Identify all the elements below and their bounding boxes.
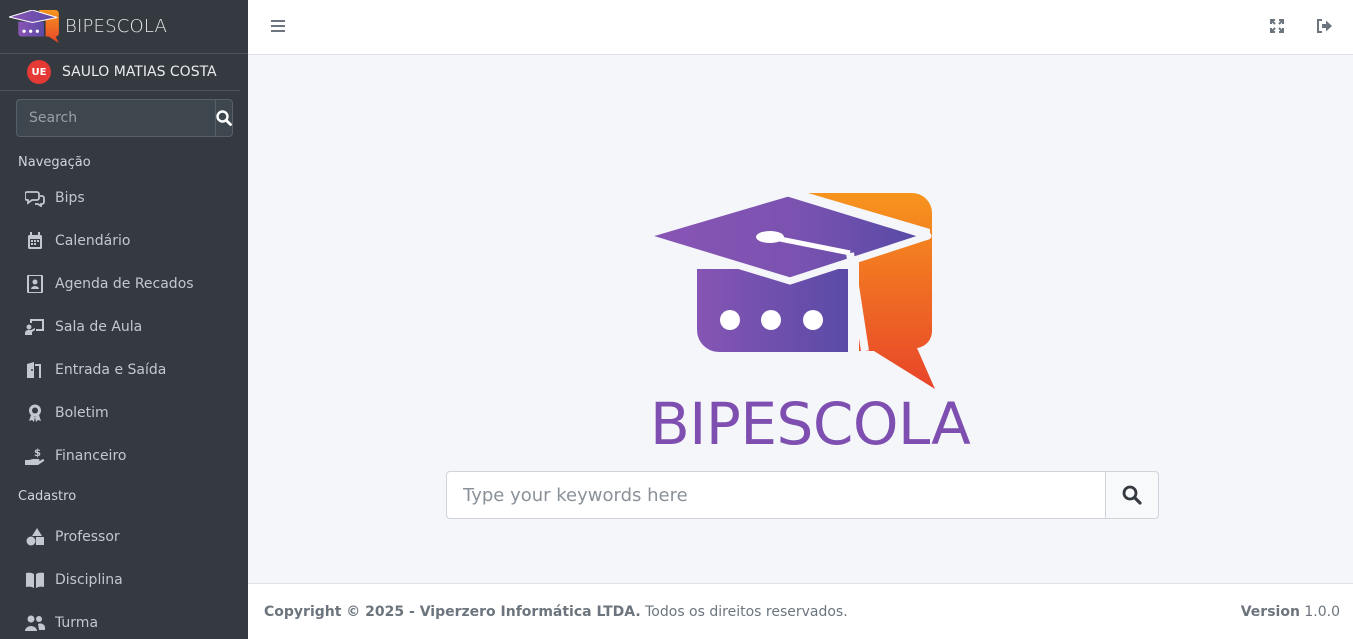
nav-header-navegacao: Navegação xyxy=(18,155,91,170)
sidebar-item-entrada-e-saida[interactable]: Entrada e Saída xyxy=(0,348,248,391)
sidebar-search-input[interactable] xyxy=(16,99,215,137)
keyword-search-button[interactable] xyxy=(1105,471,1159,519)
sidebar-item-sala-de-aula[interactable]: Sala de Aula xyxy=(0,305,248,348)
sign-out-icon[interactable] xyxy=(1316,18,1333,34)
search-icon xyxy=(216,110,232,126)
footer: Copyright © 2025 - Viperzero Informática… xyxy=(248,583,1353,639)
user-name[interactable]: SAULO MATIAS COSTA xyxy=(62,64,217,80)
door-icon xyxy=(24,360,46,380)
avatar: UE xyxy=(27,60,51,84)
sidebar-item-label: Sala de Aula xyxy=(55,318,143,335)
keyword-search xyxy=(446,471,1159,519)
expand-icon[interactable] xyxy=(1269,18,1285,34)
sidebar-item-label: Turma xyxy=(55,614,99,631)
calendar-icon xyxy=(24,231,46,251)
copyright: Copyright © 2025 - Viperzero Informática… xyxy=(264,604,848,620)
main-content: BIPESCOLA xyxy=(248,55,1353,583)
logo-title: BIPESCOLA xyxy=(650,390,971,458)
bars-icon[interactable] xyxy=(270,17,288,35)
sidebar-item-agenda-de-recados[interactable]: Agenda de Recados xyxy=(0,262,248,305)
award-icon xyxy=(24,403,46,423)
svg-text:$: $ xyxy=(34,448,41,459)
sidebar-item-label: Professor xyxy=(55,528,120,545)
user-panel[interactable]: UE SAULO MATIAS COSTA xyxy=(0,54,240,91)
sidebar-item-bips[interactable]: Bips xyxy=(0,176,248,219)
copyright-company: Copyright © 2025 - Viperzero Informática… xyxy=(264,604,641,620)
search-icon xyxy=(1122,485,1142,505)
sidebar-item-calendario[interactable]: Calendário xyxy=(0,219,248,262)
sidebar-item-professor[interactable]: Professor xyxy=(0,515,248,558)
nav-header-cadastro: Cadastro xyxy=(18,489,77,504)
brand-logo-icon xyxy=(9,9,59,43)
comments-icon xyxy=(24,188,46,208)
sidebar-item-disciplina[interactable]: Disciplina xyxy=(0,558,248,601)
bipescola-logo-icon xyxy=(640,191,935,389)
brand-link[interactable]: BIPESCOLA xyxy=(0,0,248,54)
sidebar-item-label: Agenda de Recados xyxy=(55,275,194,292)
contact-book-icon xyxy=(24,274,46,294)
sidebar-item-label: Bips xyxy=(55,189,85,206)
sidebar-search xyxy=(16,99,233,137)
sidebar-item-label: Disciplina xyxy=(55,571,123,588)
brand-name: BIPESCOLA xyxy=(65,16,168,37)
sidebar-item-label: Financeiro xyxy=(55,447,127,464)
sidebar-item-label: Calendário xyxy=(55,232,131,249)
sidebar-item-boletim[interactable]: Boletim xyxy=(0,391,248,434)
sidebar-search-button[interactable] xyxy=(215,99,233,137)
version-info: Version 1.0.0 xyxy=(1241,604,1340,620)
sidebar-item-turma[interactable]: Turma xyxy=(0,601,248,639)
shapes-icon xyxy=(24,527,46,547)
version-label: Version xyxy=(1240,604,1300,620)
hand-holding-dollar-icon: $ xyxy=(24,446,46,466)
version-value: 1.0.0 xyxy=(1299,604,1340,620)
top-navbar xyxy=(248,0,1353,55)
chalkboard-teacher-icon xyxy=(24,317,46,337)
book-open-icon xyxy=(24,570,46,590)
sidebar-item-label: Entrada e Saída xyxy=(55,361,167,378)
sidebar-item-financeiro[interactable]: $ Financeiro xyxy=(0,434,248,477)
sidebar-item-label: Boletim xyxy=(55,404,109,421)
keyword-search-input[interactable] xyxy=(446,471,1105,519)
sidebar: BIPESCOLA UE SAULO MATIAS COSTA Navegaçã… xyxy=(0,0,248,639)
copyright-rights: Todos os direitos reservados. xyxy=(640,604,848,620)
users-icon xyxy=(24,613,46,633)
